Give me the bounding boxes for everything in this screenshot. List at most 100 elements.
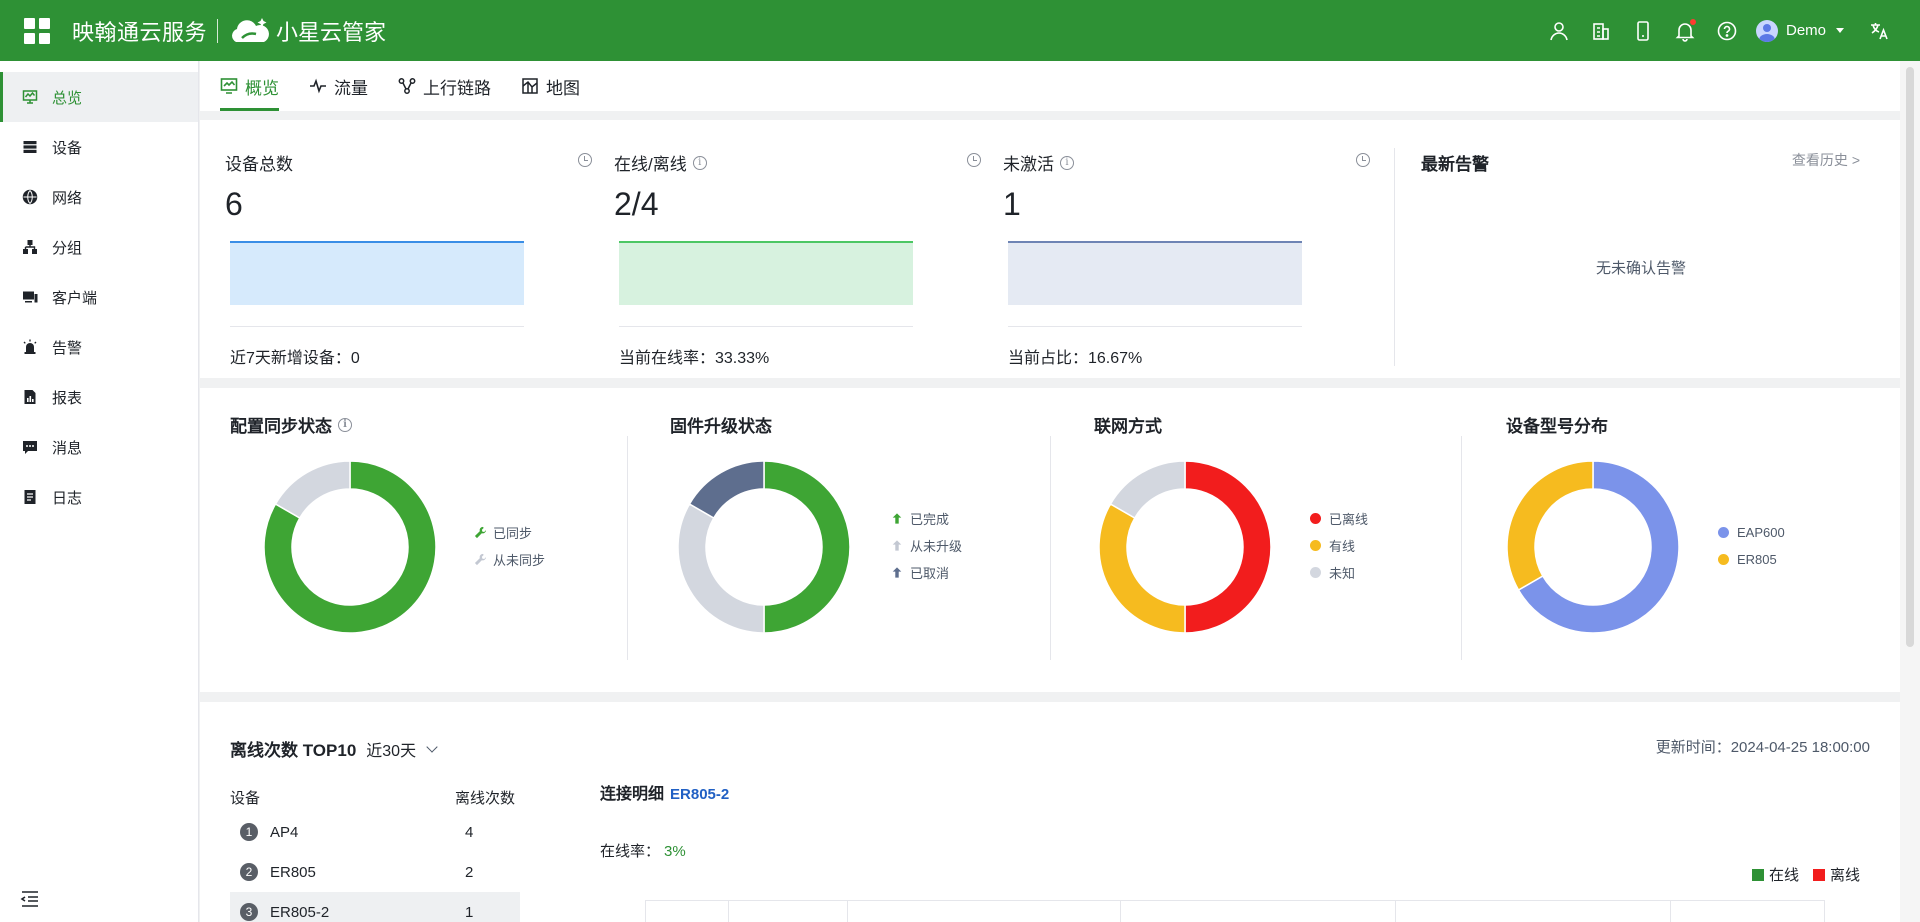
donut-slice[interactable] — [1184, 460, 1272, 634]
monitor-icon — [22, 89, 38, 105]
stat-title: 设备总数 — [225, 155, 293, 174]
table-row[interactable]: 3 ER805-2 1 — [230, 892, 520, 922]
legend-item-offline[interactable]: 离线 — [1812, 864, 1860, 885]
stat-inactive: 未激活 i 1 当前占比：16.67% — [978, 120, 1370, 378]
view-history-link[interactable]: 查看历史 > — [1792, 150, 1860, 170]
donut-slice[interactable] — [763, 460, 851, 634]
tab-uplink[interactable]: 上行链路 — [398, 61, 491, 111]
sidebar-item-clients[interactable]: 客户端 — [0, 272, 198, 322]
tab-traffic[interactable]: 流量 — [309, 61, 368, 111]
offline-count: 1 — [465, 903, 474, 921]
chart-title: 设备型号分布 — [1506, 417, 1608, 436]
sidebar-item-label: 总览 — [52, 89, 83, 107]
tab-label: 上行链路 — [423, 78, 491, 98]
legend-item-wired[interactable]: 有线 — [1310, 532, 1368, 559]
donut-ring — [677, 460, 851, 634]
bell-icon[interactable] — [1664, 10, 1706, 52]
info-icon[interactable]: i — [692, 155, 707, 170]
wrench-icon — [473, 553, 487, 567]
donut-slice[interactable] — [1098, 502, 1186, 634]
info-icon[interactable]: i — [338, 417, 352, 432]
legend-label: 从未升级 — [910, 539, 963, 554]
user-menu[interactable]: Demo — [1755, 19, 1844, 42]
timeline-legend: 在线 离线 — [1738, 864, 1860, 885]
legend-label: 已离线 — [1329, 512, 1369, 527]
tab-map[interactable]: 地图 — [521, 61, 580, 111]
legend-item-er805[interactable]: ER805 — [1718, 546, 1785, 573]
chart-legend: 已完成 从未升级 已取消 — [890, 505, 962, 586]
chevron-down-icon — [426, 740, 438, 753]
sidebar-item-label: 告警 — [52, 339, 83, 357]
chart-legend: 已同步 从未同步 — [473, 519, 545, 573]
user-manage-icon[interactable] — [1538, 10, 1580, 52]
donut-slice[interactable] — [1109, 460, 1186, 520]
legend-label: ER805 — [1737, 552, 1777, 567]
wrench-icon — [473, 526, 487, 540]
offline-top10-card: 离线次数 TOP10 近30天 更新时间：2024-04-25 18:00:00… — [200, 702, 1900, 922]
clock-icon[interactable] — [1356, 153, 1370, 167]
donut-slice[interactable] — [1506, 460, 1594, 592]
help-icon[interactable] — [1706, 10, 1748, 52]
donut-slice[interactable] — [677, 502, 765, 634]
collapse-sidebar-icon[interactable] — [20, 890, 40, 908]
legend-item-offline[interactable]: 已离线 — [1310, 505, 1368, 532]
timeline-tick — [1120, 901, 1121, 922]
stat-online-offline: 在线/离线 i 2/4 当前在线率：33.33% — [589, 120, 981, 378]
sidebar-item-reports[interactable]: 报表 — [0, 372, 198, 422]
stat-value: 2/4 — [614, 186, 659, 222]
offline-table: 设备 离线次数 1 AP4 4 2 ER805 2 3 ER805-2 1 — [230, 782, 520, 922]
legend-item-never-upgraded[interactable]: 从未升级 — [890, 532, 962, 559]
trend-area-chart — [619, 241, 913, 305]
legend-label: 从未同步 — [493, 553, 546, 568]
network-type-chart: 联网方式 已离线 有线 未知 — [1030, 388, 1460, 692]
connection-device-link[interactable]: ER805-2 — [670, 786, 729, 803]
donut-slice[interactable] — [274, 460, 351, 520]
sidebar-item-groups[interactable]: 分组 — [0, 222, 198, 272]
legend-item-completed[interactable]: 已完成 — [890, 505, 962, 532]
sidebar-item-logs[interactable]: 日志 — [0, 472, 198, 522]
legend-item-never-synced[interactable]: 从未同步 — [473, 546, 545, 573]
table-row[interactable]: 1 AP4 4 — [230, 812, 520, 852]
tab-overview[interactable]: 概览 — [220, 61, 279, 111]
firmware-upgrade-chart: 固件升级状态 已完成 从未升级 已取消 — [610, 388, 1040, 692]
server-icon — [22, 139, 38, 155]
legend-item-synced[interactable]: 已同步 — [473, 519, 545, 546]
brand-divider — [217, 18, 219, 43]
legend-dot — [1310, 540, 1321, 551]
offline-top10-title: 离线次数 TOP10 — [230, 741, 357, 760]
sidebar-item-messages[interactable]: 消息 — [0, 422, 198, 472]
table-row[interactable]: 2 ER805 2 — [230, 852, 520, 892]
config-sync-chart: 配置同步状态 i 已同步 从未同步 — [200, 388, 620, 692]
sidebar-item-devices[interactable]: 设备 — [0, 122, 198, 172]
offline-count: 2 — [465, 863, 474, 881]
chart-legend: EAP600 ER805 — [1718, 519, 1785, 573]
column-header: 设备 — [230, 789, 261, 807]
vertical-scrollbar[interactable] — [1900, 61, 1920, 922]
legend-item-unknown[interactable]: 未知 — [1310, 559, 1368, 586]
trend-area-chart — [1008, 241, 1302, 305]
legend-item-eap600[interactable]: EAP600 — [1718, 519, 1785, 546]
timeline-tick — [1395, 901, 1396, 922]
sidebar-item-alarms[interactable]: 告警 — [0, 322, 198, 372]
info-icon[interactable]: i — [1060, 155, 1074, 170]
sidebar: 总览 设备 网络 分组 客户端 告警 报表 消息 日志 — [0, 61, 199, 922]
updated-time: 更新时间：2024-04-25 18:00:00 — [1655, 739, 1870, 756]
message-icon — [22, 439, 38, 455]
notification-dot — [1689, 18, 1696, 25]
translate-icon[interactable] — [1858, 10, 1900, 52]
building-icon[interactable] — [1580, 10, 1622, 52]
chart-title: 固件升级状态 — [670, 417, 772, 436]
sidebar-item-network[interactable]: 网络 — [0, 172, 198, 222]
mobile-icon[interactable] — [1622, 10, 1664, 52]
legend-label: 已完成 — [910, 512, 950, 527]
range-select[interactable]: 近30天 — [366, 737, 438, 761]
donut-slice[interactable] — [688, 460, 765, 520]
app-grid-icon[interactable] — [24, 17, 50, 44]
stat-footer: 近7天新增设备：0 — [230, 350, 360, 367]
sidebar-item-label: 设备 — [52, 139, 83, 157]
scrollbar-thumb[interactable] — [1906, 67, 1914, 647]
legend-item-cancelled[interactable]: 已取消 — [890, 559, 962, 586]
legend-item-online[interactable]: 在线 — [1751, 864, 1799, 885]
cloud-star-logo-icon — [232, 17, 269, 42]
sidebar-item-overview[interactable]: 总览 — [0, 72, 198, 122]
